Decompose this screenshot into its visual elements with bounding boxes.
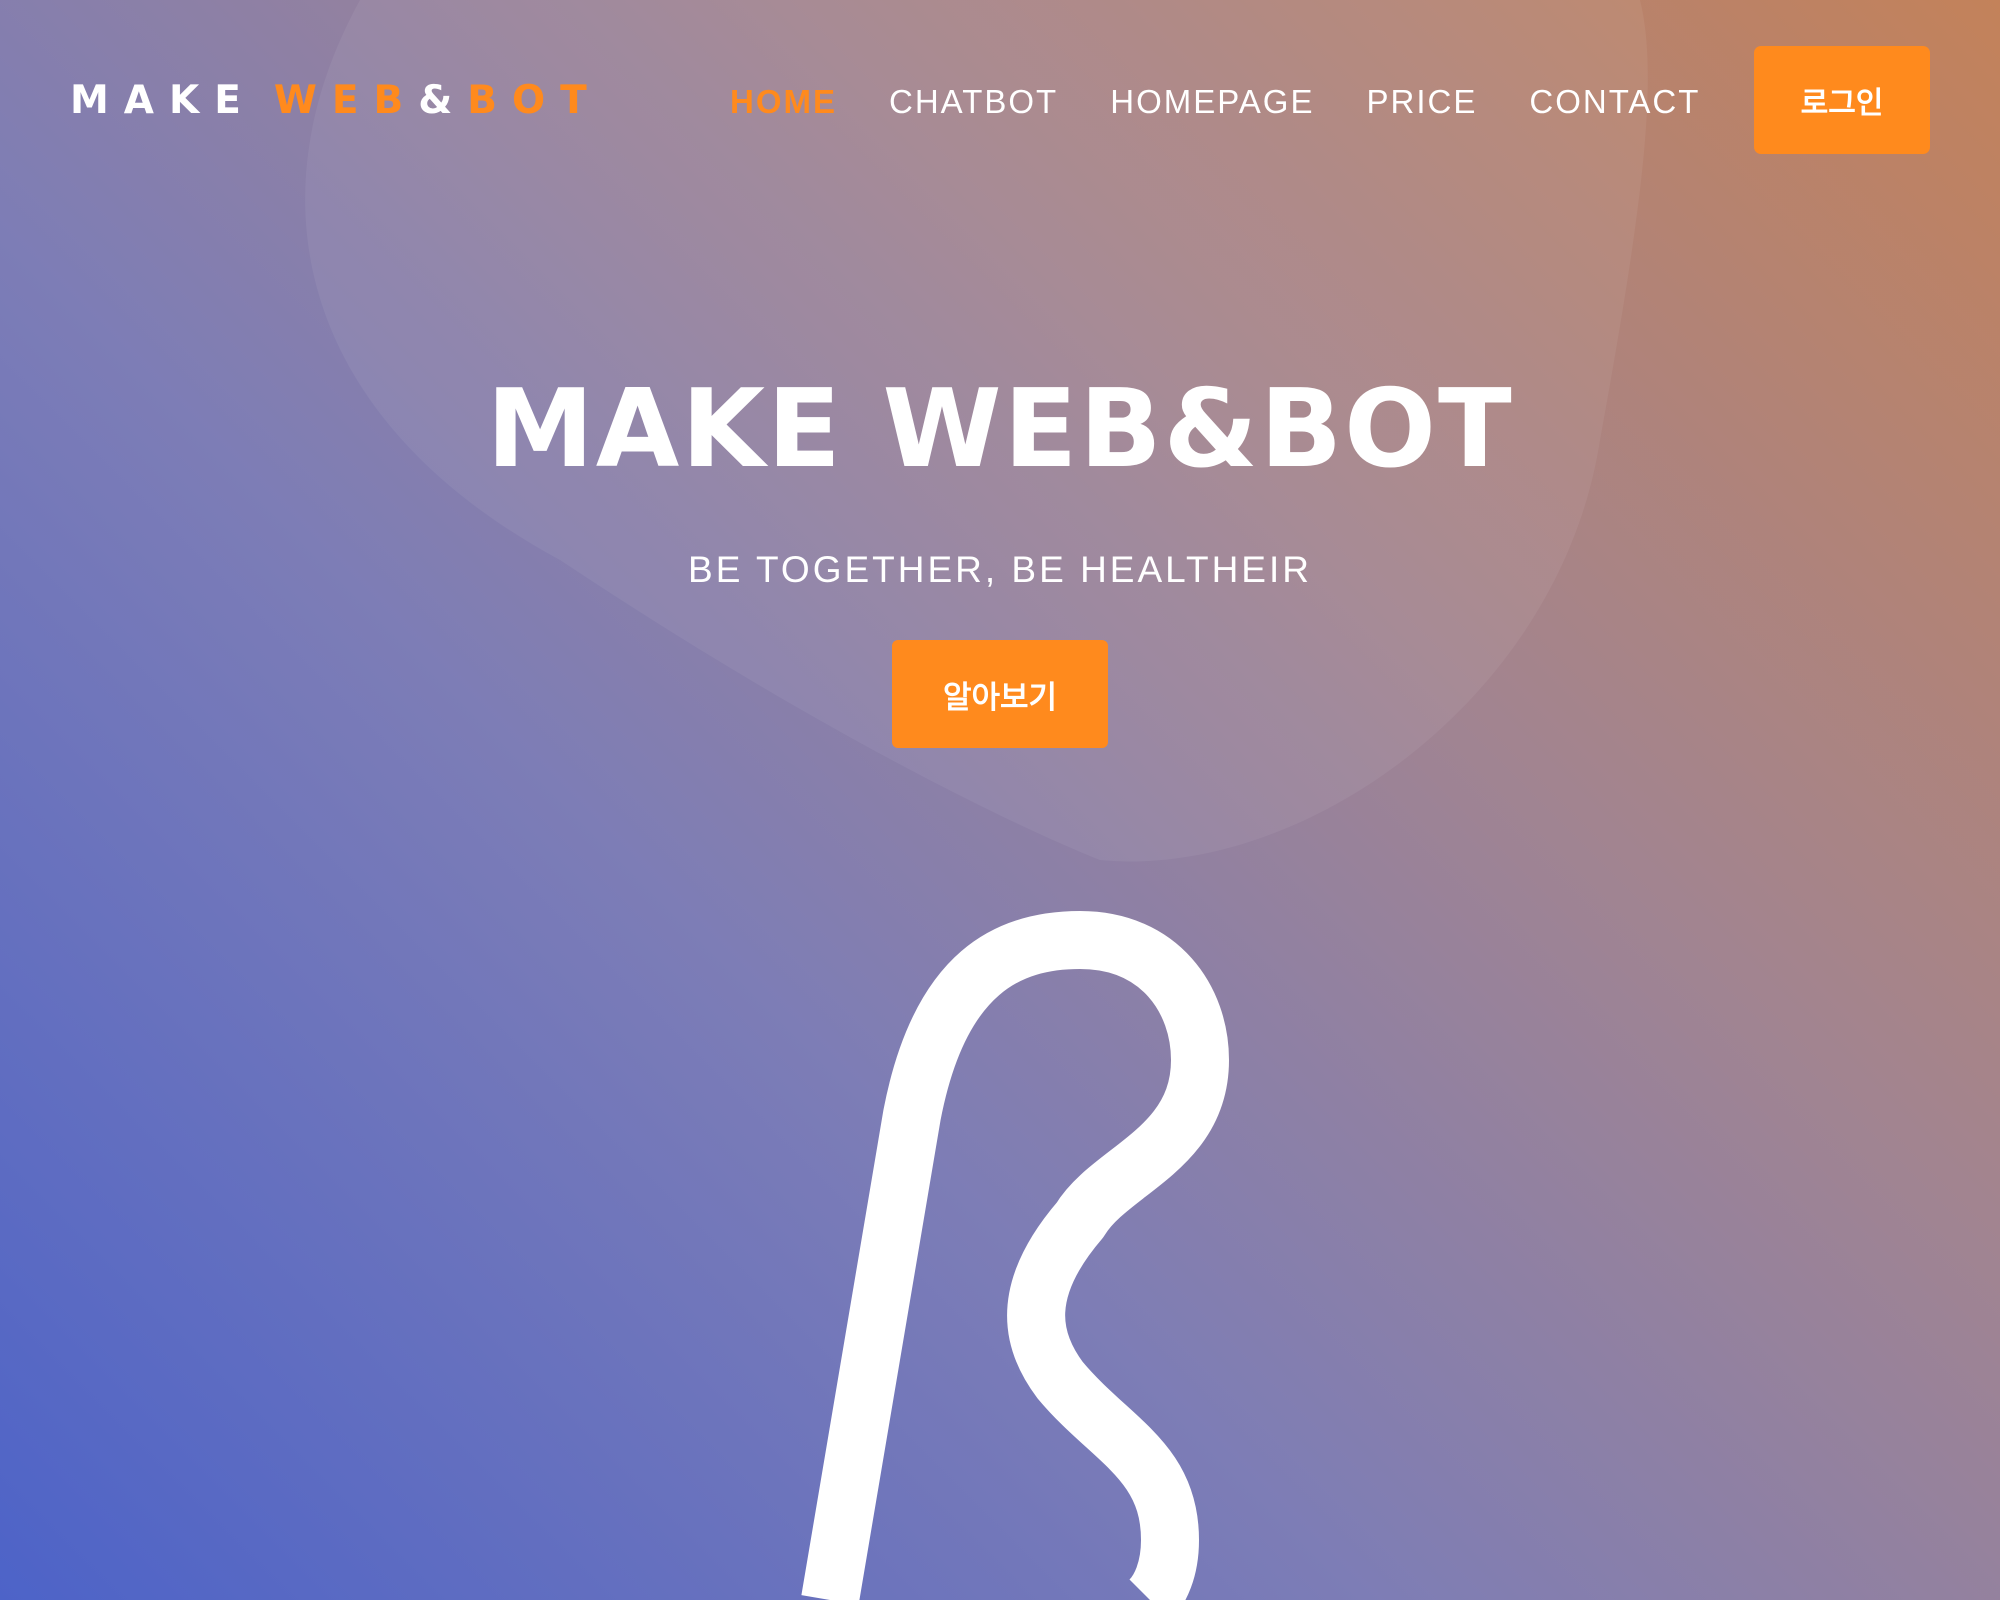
top-navbar: MAKE WEB&BOT HOME CHATBOT HOMEPAGE PRICE …: [0, 0, 2000, 200]
nav-home-link[interactable]: HOME: [730, 82, 837, 122]
logo-make-text: MAKE: [70, 78, 256, 123]
nav-chatbot-link[interactable]: CHATBOT: [889, 82, 1058, 122]
script-b-logo-icon: [801, 911, 1229, 1600]
learn-more-button[interactable]: 알아보기: [892, 640, 1108, 748]
hero-title: MAKE WEB&BOT: [486, 367, 1514, 492]
nav-contact-link[interactable]: CONTACT: [1529, 82, 1700, 122]
hero-section: MAKE WEB&BOT BE TOGETHER, BE HEALTHEIR 알…: [0, 360, 2000, 748]
logo-ampersand-text: &: [418, 78, 468, 123]
nav-homepage-link[interactable]: HOMEPAGE: [1110, 82, 1314, 122]
background-blob-shape: [305, 0, 1648, 862]
login-button[interactable]: 로그인: [1754, 46, 1930, 154]
site-logo[interactable]: MAKE WEB&BOT: [70, 78, 602, 124]
nav-price-link[interactable]: PRICE: [1367, 82, 1478, 122]
logo-web-text: WEB: [273, 78, 419, 123]
main-nav: HOME CHATBOT HOMEPAGE PRICE CONTACT: [730, 82, 1700, 122]
logo-bot-text: BOT: [467, 78, 602, 123]
hero-subtitle: BE TOGETHER, BE HEALTHEIR: [688, 549, 1312, 590]
